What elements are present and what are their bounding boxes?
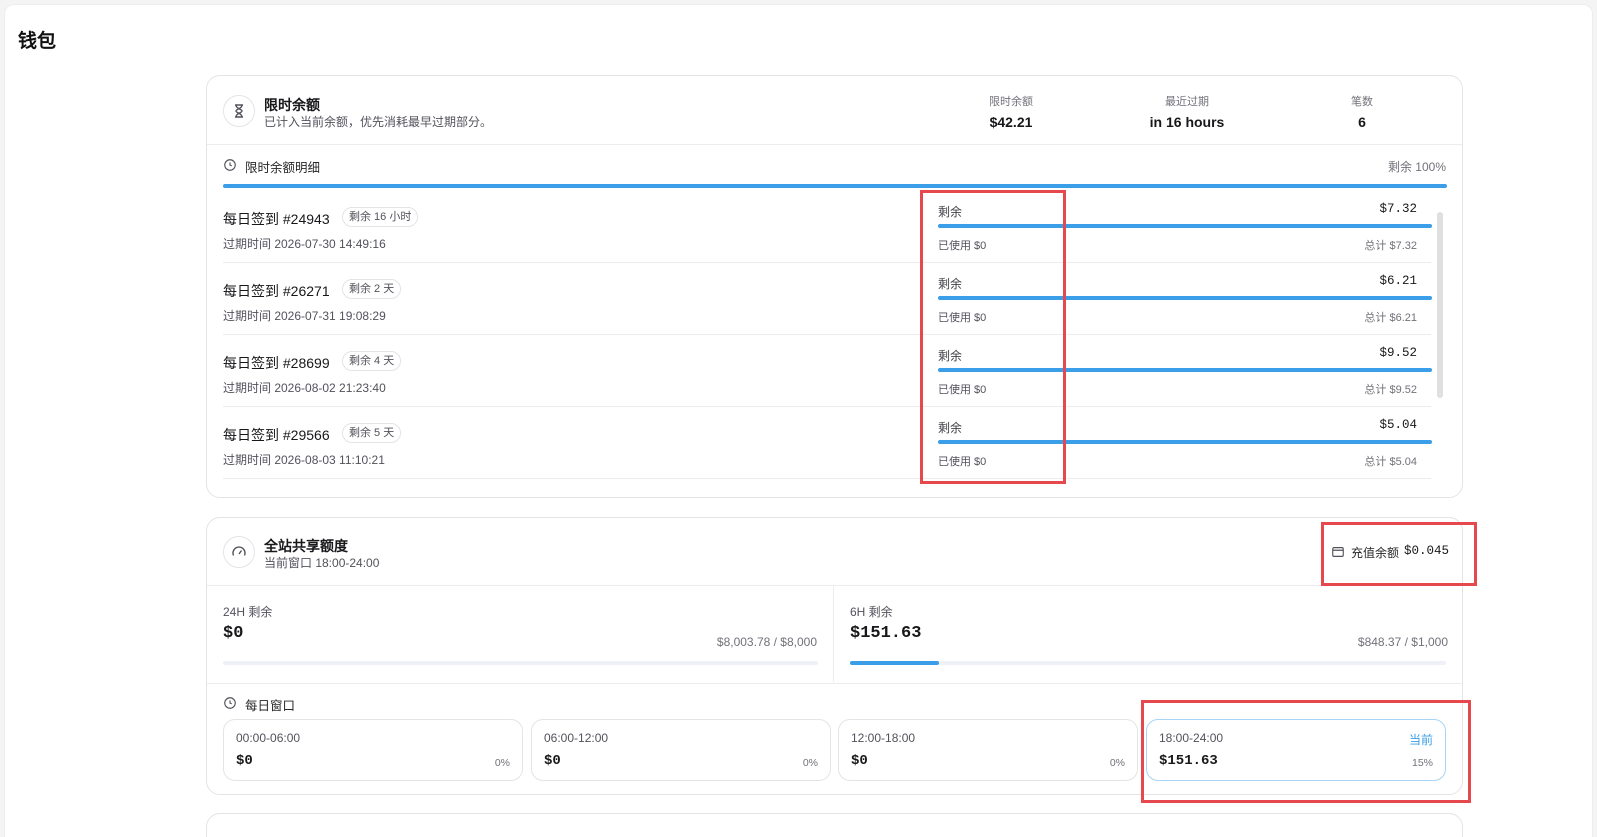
row-remain-label: 剩余 — [938, 421, 963, 435]
row-total: 总计 $7.32 — [1364, 240, 1417, 252]
stat-limited-balance: 限时余额 $42.21 — [941, 93, 1081, 130]
pane-24h: 24H 剩余 $0 $8,003.78 / $8,000 — [207, 586, 834, 682]
slot-pct: 15% — [1411, 757, 1433, 769]
window-slot-current[interactable]: 18:00-24:00 当前 $151.63 15% — [1146, 719, 1446, 781]
row-expire: 过期时间 2026-07-30 14:49:16 — [223, 237, 386, 251]
limited-subtitle: 已计入当前余额，优先消耗最早过期部分。 — [264, 115, 493, 129]
slot-time: 06:00-12:00 — [544, 731, 609, 745]
list-item[interactable]: 每日签到 #24943 剩余 16 小时 过期时间 2026-07-30 14:… — [223, 191, 1432, 263]
pane-progress-fill — [850, 661, 940, 665]
window-slot[interactable]: 00:00-06:00 $0 0% — [223, 719, 523, 781]
slot-pct: 0% — [1109, 757, 1125, 769]
limited-title: 限时余额 — [264, 97, 320, 113]
slot-value: $151.63 — [1159, 753, 1218, 769]
shared-quota-card: 全站共享额度 当前窗口 18:00-24:00 充值余额 $0.045 24H … — [206, 517, 1463, 795]
detail-title: 限时余额明细 — [245, 161, 321, 175]
divider — [207, 683, 1462, 684]
row-used: 已使用 $0 — [938, 456, 987, 468]
row-total: 总计 $5.04 — [1364, 456, 1417, 468]
row-expire: 过期时间 2026-08-03 11:10:21 — [223, 453, 385, 467]
page-title: 钱包 — [18, 31, 57, 52]
stat-value: in 16 hours — [1149, 114, 1225, 130]
row-remain-value: $7.32 — [1379, 202, 1417, 216]
hourglass-icon — [235, 104, 243, 118]
shared-title: 全站共享额度 — [264, 538, 348, 554]
pane-ratio: $8,003.78 / $8,000 — [716, 635, 817, 649]
slot-time: 18:00-24:00 — [1159, 731, 1224, 745]
pane-progress-bar — [223, 661, 818, 665]
row-badge: 剩余 5 天 — [342, 423, 402, 443]
pane-label: 6H 剩余 — [850, 605, 893, 619]
gauge-icon — [232, 546, 246, 556]
divider — [207, 144, 1462, 145]
row-expire: 过期时间 2026-08-02 21:23:40 — [223, 381, 386, 395]
recharge-value: $0.045 — [1404, 544, 1450, 558]
pane-value: $151.63 — [850, 624, 922, 643]
stat-value: 6 — [1358, 114, 1366, 130]
daily-window-title: 每日窗口 — [245, 699, 296, 713]
current-tag: 当前 — [1408, 733, 1433, 747]
list-scrollbar[interactable] — [1437, 212, 1443, 398]
row-progress-bar — [938, 296, 1432, 300]
row-used: 已使用 $0 — [938, 312, 987, 324]
stat-value: $42.21 — [989, 114, 1033, 130]
overall-progress-fill — [223, 184, 1447, 188]
slot-pct: 0% — [802, 757, 818, 769]
slot-pct: 0% — [494, 757, 510, 769]
clock-icon — [224, 159, 236, 171]
stat-count: 笔数 6 — [1292, 93, 1432, 130]
row-remain-value: $5.04 — [1379, 418, 1417, 432]
row-remain-label: 剩余 — [938, 205, 963, 219]
wallet-icon — [1332, 547, 1344, 557]
list-item[interactable]: 每日签到 #29566 剩余 5 天 过期时间 2026-08-03 11:10… — [223, 407, 1432, 479]
slot-value: $0 — [851, 753, 868, 769]
row-progress-bar — [938, 440, 1432, 444]
pane-ratio: $848.37 / $1,000 — [1357, 635, 1448, 649]
slot-time: 00:00-06:00 — [236, 731, 301, 745]
row-name: 每日签到 #24943 — [223, 211, 330, 227]
recharge-label: 充值余额 — [1351, 546, 1400, 560]
row-name: 每日签到 #29566 — [223, 427, 330, 443]
stat-next-expire: 最近过期 in 16 hours — [1117, 93, 1257, 130]
row-expire: 过期时间 2026-07-31 19:08:29 — [223, 309, 386, 323]
slot-time: 12:00-18:00 — [851, 731, 916, 745]
gauge-icon-wrap — [223, 536, 255, 568]
window-slot[interactable]: 12:00-18:00 $0 0% — [838, 719, 1138, 781]
row-total: 总计 $9.52 — [1364, 384, 1417, 396]
shared-subtitle: 当前窗口 18:00-24:00 — [264, 556, 380, 570]
list-item[interactable]: 每日签到 #28699 剩余 4 天 过期时间 2026-08-02 21:23… — [223, 335, 1432, 407]
clock-icon — [224, 697, 236, 709]
row-used: 已使用 $0 — [938, 384, 987, 396]
window-slot[interactable]: 06:00-12:00 $0 0% — [531, 719, 831, 781]
row-progress-bar — [938, 224, 1432, 228]
row-badge: 剩余 2 天 — [342, 279, 402, 299]
hourglass-icon-wrap — [223, 95, 255, 127]
row-remain-label: 剩余 — [938, 349, 963, 363]
next-card — [206, 813, 1463, 837]
slot-value: $0 — [544, 753, 561, 769]
row-badge: 剩余 4 天 — [342, 351, 402, 371]
list-item[interactable]: 每日签到 #26271 剩余 2 天 过期时间 2026-07-31 19:08… — [223, 263, 1432, 335]
row-used: 已使用 $0 — [938, 240, 987, 252]
row-remain-value: $9.52 — [1379, 346, 1417, 360]
stat-label: 最近过期 — [1165, 96, 1209, 108]
slot-value: $0 — [236, 753, 253, 769]
row-name: 每日签到 #26271 — [223, 283, 330, 299]
stat-label: 笔数 — [1351, 96, 1373, 108]
row-name: 每日签到 #28699 — [223, 355, 330, 371]
row-remain-label: 剩余 — [938, 277, 963, 291]
row-remain-value: $6.21 — [1379, 274, 1417, 288]
pane-progress-bar — [850, 661, 1446, 665]
stat-label: 限时余额 — [989, 96, 1033, 108]
pane-6h: 6H 剩余 $151.63 $848.37 / $1,000 — [834, 586, 1462, 682]
row-total: 总计 $6.21 — [1364, 312, 1417, 324]
limited-balance-card: 限时余额 已计入当前余额，优先消耗最早过期部分。 限时余额 $42.21 最近过… — [206, 75, 1463, 498]
remaining-overall: 剩余 100% — [1387, 160, 1446, 174]
pane-value: $0 — [223, 624, 244, 643]
overall-progress-bar — [223, 184, 1447, 188]
row-progress-bar — [938, 368, 1432, 372]
pane-label: 24H 剩余 — [223, 605, 273, 619]
row-badge: 剩余 16 小时 — [342, 207, 419, 227]
